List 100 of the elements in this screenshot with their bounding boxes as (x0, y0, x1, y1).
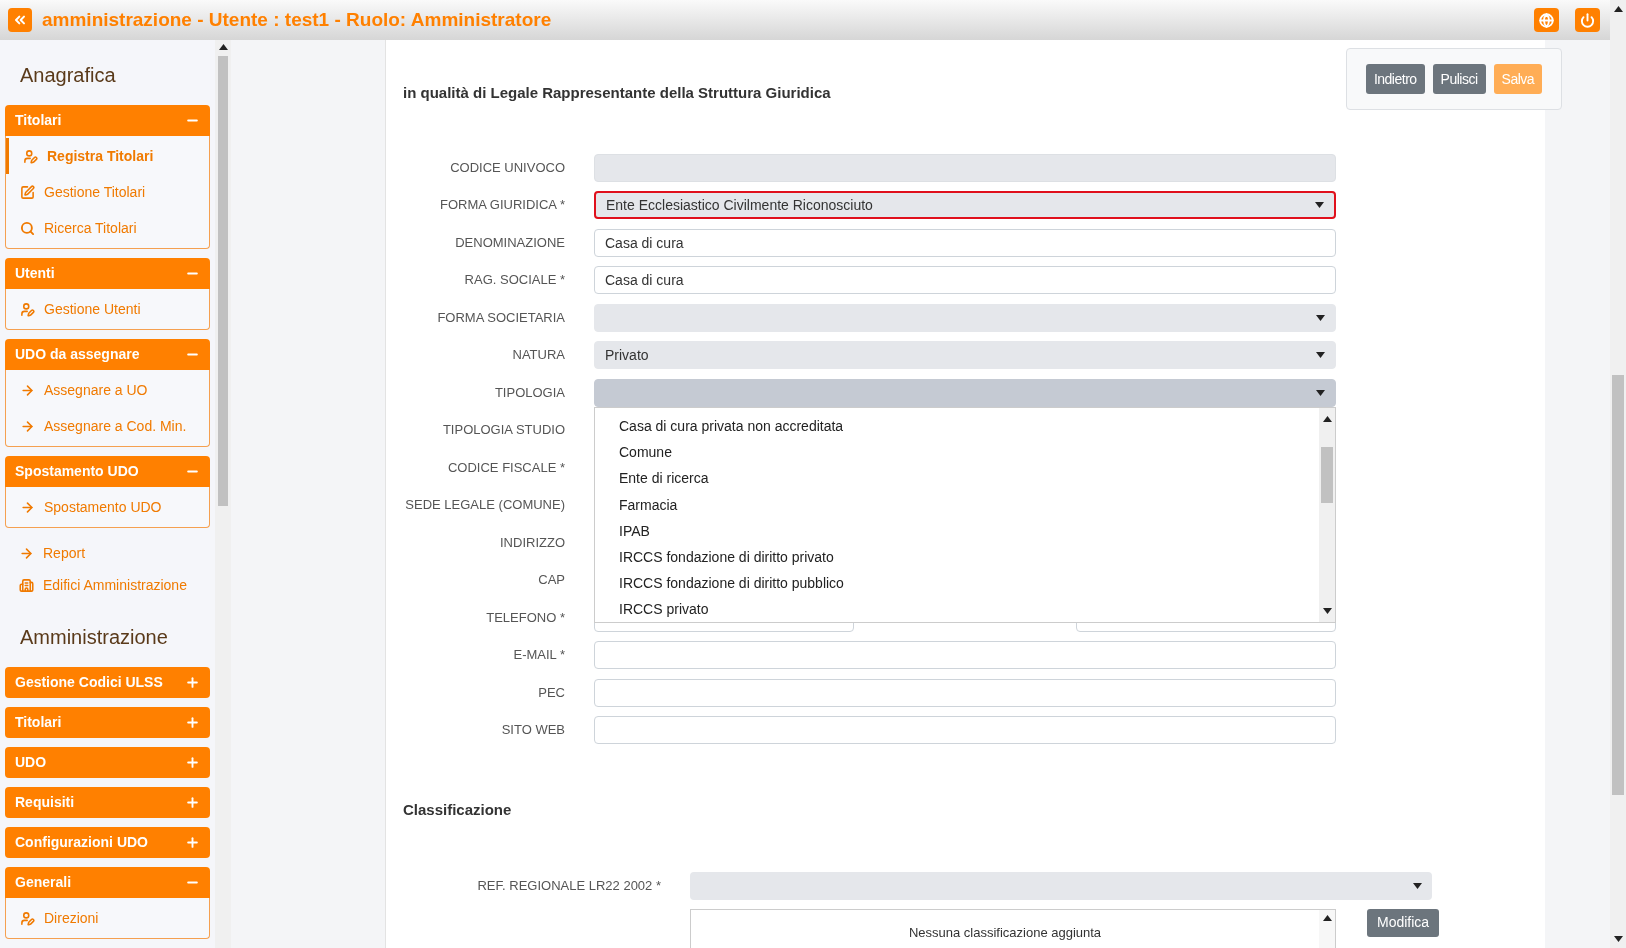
group-header[interactable]: Requisiti (5, 787, 210, 818)
dropdown-option[interactable]: Casa di cura privata non accreditata (619, 413, 1319, 440)
group-header[interactable]: Spostamento UDO (5, 456, 210, 487)
arrow-right-icon (19, 545, 34, 561)
arrow-right-icon (20, 418, 35, 434)
group-header[interactable]: Titolari (5, 105, 210, 136)
group-header[interactable]: Gestione Codici ULSS (5, 667, 210, 698)
dropdown-option[interactable]: IRCCS fondazione di diritto privato (619, 544, 1319, 571)
group-header[interactable]: Titolari (5, 707, 210, 738)
field-label: REF. REGIONALE LR22 2002 * (476, 876, 661, 895)
sidebar-item[interactable]: Assegnare a Cod. Min. (6, 408, 209, 444)
scrollbar-thumb[interactable] (1321, 446, 1333, 503)
sidebar-link[interactable]: Report (5, 537, 210, 570)
empty-message: Nessuna classificazione aggiunta (908, 923, 1102, 942)
select-field[interactable] (690, 871, 1432, 900)
select-field[interactable]: Ente Ecclesiastico Civilmente Riconosciuto (594, 191, 1336, 219)
field-label: PEC (537, 683, 565, 702)
scrollbar[interactable] (1610, 0, 1626, 948)
field-label: TELEFONO * (485, 608, 565, 627)
action-button[interactable]: Indietro (1365, 64, 1425, 94)
sidebar-item[interactable]: Gestione Utenti (6, 291, 209, 327)
dropdown-option[interactable]: Comune (619, 439, 1319, 466)
field-label: FORMA SOCIETARIA (436, 308, 565, 327)
caret-icon (1322, 415, 1332, 422)
field-label: CODICE FISCALE * (446, 458, 565, 477)
search-icon (20, 220, 35, 236)
text-field[interactable]: Casa di cura (594, 228, 1336, 257)
group-header[interactable]: Configurazioni UDO (5, 827, 210, 858)
user-edit-icon (20, 910, 35, 926)
action-button[interactable]: Pulisci (1432, 64, 1486, 94)
scrollbar[interactable] (1319, 407, 1335, 622)
section-title: Amministrazione (19, 625, 169, 650)
sidebar-item[interactable]: Spostamento UDO (6, 489, 209, 525)
field-label: SITO WEB (500, 721, 565, 740)
arrow-right-icon (20, 382, 35, 398)
arrow-right-icon (20, 499, 35, 515)
caret-icon (1322, 914, 1332, 921)
sidebar-item[interactable]: Gestione Titolari (6, 174, 209, 210)
select-field[interactable] (594, 303, 1336, 332)
power-icon (1580, 12, 1595, 28)
dropdown-option[interactable]: IPAB (619, 518, 1319, 545)
section-title: Anagrafica (19, 63, 117, 88)
caret-icon (1315, 202, 1324, 208)
caret-icon (218, 44, 228, 50)
user-edit-icon (23, 148, 38, 164)
sidebar-item[interactable]: Ricerca Titolari (6, 210, 209, 246)
field-label: TIPOLOGIA (493, 383, 565, 402)
field-label: SEDE LEGALE (COMUNE) (404, 496, 565, 515)
edit-icon (20, 184, 35, 200)
globe-icon (1539, 12, 1554, 28)
field-label: FORMA GIURIDICA * (439, 196, 565, 215)
field-label: DENOMINAZIONE (454, 233, 565, 252)
select-field[interactable] (594, 378, 1336, 407)
caret-icon (1316, 352, 1325, 358)
field-label: TIPOLOGIA STUDIO (441, 421, 565, 440)
scrollbar[interactable] (215, 40, 231, 948)
scrollbar-thumb[interactable] (218, 56, 228, 506)
sidebar-item[interactable]: Registra Titolari (6, 138, 209, 174)
select-field[interactable]: Privato (594, 341, 1336, 369)
dropdown-option[interactable]: Ente di ricerca (619, 465, 1319, 493)
expand-icon (185, 835, 200, 850)
language-button[interactable] (1534, 8, 1559, 32)
group-header[interactable]: UDO (5, 747, 210, 778)
text-field[interactable]: Casa di cura (594, 266, 1336, 294)
field-label: RAG. SOCIALE * (463, 271, 565, 290)
group-header[interactable]: Utenti (5, 258, 210, 289)
field-label: CAP (537, 571, 565, 590)
sidebar-item[interactable]: Direzioni (6, 900, 209, 936)
dropdown-option[interactable]: IRCCS fondazione di diritto pubblico (619, 570, 1319, 597)
expand-icon (185, 675, 200, 690)
text-field[interactable] (594, 716, 1336, 744)
expand-icon (185, 755, 200, 770)
field-label: CODICE UNIVOCO (449, 158, 565, 177)
caret-icon (1413, 882, 1422, 889)
dropdown-option[interactable]: IRCCS privato (619, 596, 1319, 623)
dropdown-option[interactable]: Farmacia (619, 492, 1319, 519)
field-label: E-MAIL * (512, 646, 565, 665)
caret-icon (1613, 936, 1623, 942)
section-heading: in qualità di Legale Rappresentante della Struttura Giuridica (403, 83, 831, 103)
field-label: NATURA (511, 346, 565, 365)
expand-icon (185, 715, 200, 730)
group-header[interactable]: UDO da assegnare (5, 339, 210, 370)
field-label: INDIRIZZO (499, 533, 565, 552)
user-edit-icon (20, 301, 35, 317)
group-header[interactable]: Generali (5, 867, 210, 898)
section-heading: Classificazione (403, 800, 512, 820)
building-icon (19, 578, 34, 594)
sidebar-link[interactable]: Edifici Amministrazione (5, 569, 210, 602)
caret-icon (1322, 607, 1332, 614)
window-title: amministrazione - Utente : test1 - Ruolo: Amministratore (42, 7, 552, 32)
caret-icon (1316, 389, 1325, 396)
caret-icon (1316, 314, 1325, 321)
logout-button[interactable] (1575, 8, 1600, 32)
collapse-sidebar-button[interactable] (8, 8, 32, 32)
text-field[interactable] (594, 678, 1336, 707)
modify-button[interactable]: Modifica (1367, 908, 1440, 937)
expand-icon (185, 795, 200, 810)
scrollbar-thumb[interactable] (1612, 375, 1624, 795)
text-field[interactable] (594, 641, 1336, 669)
sidebar-item[interactable]: Assegnare a UO (6, 372, 209, 408)
